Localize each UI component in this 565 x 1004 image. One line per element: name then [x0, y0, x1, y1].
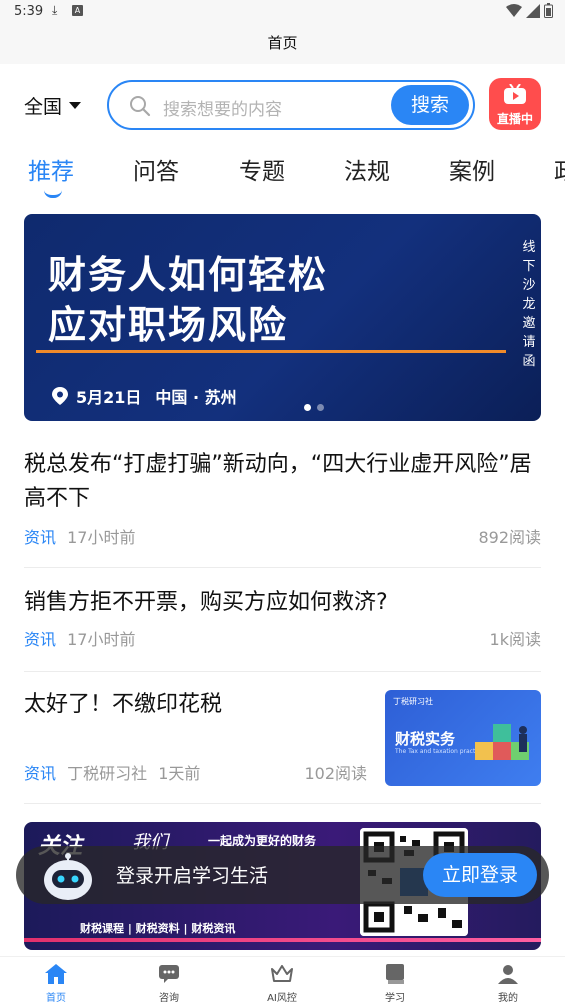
side-char: 下	[522, 259, 536, 274]
tv-play-icon	[504, 84, 526, 104]
tab-regulations[interactable]: 法规	[344, 152, 390, 186]
article-thumbnail[interactable]: 丁税研习社 财税实务 The Tax and taxation practice	[385, 690, 541, 786]
banner-place: 中国 · 苏州	[155, 388, 237, 407]
tab-topics[interactable]: 专题	[239, 152, 285, 186]
article-time: 1天前	[158, 764, 201, 783]
banner-side-text: 线 下 沙 龙 邀 请 函	[520, 238, 538, 371]
search-icon	[130, 96, 151, 117]
side-char: 函	[522, 354, 536, 369]
side-char: 沙	[522, 278, 536, 293]
nav-label: 学习	[385, 993, 405, 1004]
promo-banner[interactable]: 财务人如何轻松 应对职场风险 线 下 沙 龙 邀 请 函 5月21日 中国 · …	[24, 214, 541, 421]
tab-qa[interactable]: 问答	[133, 152, 179, 186]
article-meta: 资讯 17小时前	[24, 626, 135, 650]
nav-label: 我的	[498, 993, 518, 1004]
article-time: 17小时前	[67, 528, 136, 547]
side-char: 邀	[522, 316, 536, 331]
banner-date: 5月21日	[76, 388, 142, 407]
book-icon	[386, 964, 404, 984]
robot-mascot-icon	[44, 853, 92, 900]
promo-tags: 财税课程 | 财税资料 | 财税资讯	[80, 922, 236, 935]
carousel-dot[interactable]	[304, 404, 311, 411]
side-char: 线	[522, 240, 536, 255]
banner-line-1: 财务人如何轻松	[48, 253, 329, 297]
search-placeholder: 搜索想要的内容	[163, 100, 282, 120]
login-prompt-bar: 登录开启学习生活 立即登录	[16, 846, 549, 904]
article-source: 丁税研习社	[67, 764, 148, 783]
tab-policy[interactable]: 政	[554, 152, 565, 186]
nav-consult[interactable]: 咨询	[134, 962, 204, 1004]
home-icon	[45, 964, 67, 984]
region-selector[interactable]: 全国	[24, 92, 82, 119]
carousel-dots	[304, 404, 324, 411]
promo-stripe	[24, 938, 541, 942]
location-pin-icon	[52, 387, 68, 405]
article-meta: 资讯 17小时前	[24, 524, 135, 548]
article-reads: 1k阅读	[489, 630, 541, 649]
nav-study[interactable]: 学习	[360, 962, 430, 1004]
app-notification-icon: A	[72, 5, 83, 16]
thumbnail-title: 财税实务	[395, 730, 456, 748]
nav-label: 首页	[46, 993, 66, 1004]
nav-ai-risk[interactable]: AI风控	[247, 962, 317, 1004]
banner-headline: 财务人如何轻松 应对职场风险	[48, 250, 488, 350]
search-input[interactable]: 搜索想要的内容 搜索	[107, 80, 475, 130]
side-char: 请	[522, 335, 536, 350]
tab-recommend[interactable]: 推荐	[28, 152, 74, 186]
article-item[interactable]: 太好了！不缴印花税 资讯 丁税研习社 1天前 102阅读 丁税研习社 财税实务 …	[24, 672, 541, 804]
article-category: 资讯	[24, 764, 57, 783]
article-time: 17小时前	[67, 630, 136, 649]
login-button[interactable]: 立即登录	[423, 853, 537, 897]
crown-icon	[271, 965, 293, 982]
caret-down-icon	[69, 102, 82, 109]
page-title: 首页	[0, 24, 565, 64]
article-category: 资讯	[24, 630, 57, 649]
thumbnail-logo: 丁税研习社	[393, 697, 433, 706]
chat-icon	[159, 965, 179, 983]
wifi-icon	[506, 3, 522, 17]
live-label: 直播中	[496, 112, 533, 126]
status-bar: 5:39 ⤓ A	[0, 0, 565, 24]
battery-icon	[544, 3, 553, 18]
banner-underline	[36, 350, 506, 353]
nav-mine[interactable]: 我的	[473, 962, 543, 1004]
article-category: 资讯	[24, 528, 57, 547]
download-icon: ⤓	[52, 3, 58, 17]
search-row: 全国 搜索想要的内容 搜索 直播中	[0, 78, 565, 134]
nav-label: 咨询	[159, 993, 179, 1004]
category-tabs: 推荐 问答 专题 法规 案例 政	[0, 148, 565, 198]
bottom-navigation: 首页 咨询 AI风控 学习 我的	[0, 956, 565, 1004]
status-time: 5:39	[14, 4, 44, 19]
article-title: 税总发布“打虚打骗”新动向，“四大行业虚开风险”居高不下	[24, 452, 532, 511]
carousel-dot[interactable]	[317, 404, 324, 411]
nav-label: AI风控	[267, 993, 297, 1004]
active-tab-indicator	[44, 190, 62, 198]
article-title: 太好了！不缴印花税	[24, 692, 223, 717]
banner-line-2: 应对职场风险	[48, 303, 289, 347]
tab-cases[interactable]: 案例	[449, 152, 495, 186]
nav-home[interactable]: 首页	[21, 962, 91, 1004]
region-label: 全国	[24, 96, 63, 118]
banner-meta: 5月21日 中国 · 苏州	[52, 384, 237, 408]
article-item[interactable]: 税总发布“打虚打骗”新动向，“四大行业虚开风险”居高不下 资讯 17小时前 89…	[24, 448, 541, 568]
article-reads: 892阅读	[478, 528, 541, 547]
signal-icon	[526, 3, 540, 18]
login-prompt-text: 登录开启学习生活	[116, 865, 269, 887]
article-title: 销售方拒不开票，购买方应如何救济?	[24, 590, 388, 615]
side-char: 龙	[522, 297, 536, 312]
search-button[interactable]: 搜索	[391, 85, 469, 125]
article-reads: 102阅读	[304, 764, 367, 783]
user-icon	[498, 965, 518, 984]
live-button[interactable]: 直播中	[489, 78, 541, 130]
puzzle-illustration-icon	[475, 724, 529, 760]
article-item[interactable]: 销售方拒不开票，购买方应如何救济? 资讯 17小时前 1k阅读	[24, 586, 541, 672]
article-meta: 资讯 丁税研习社 1天前	[24, 760, 200, 784]
